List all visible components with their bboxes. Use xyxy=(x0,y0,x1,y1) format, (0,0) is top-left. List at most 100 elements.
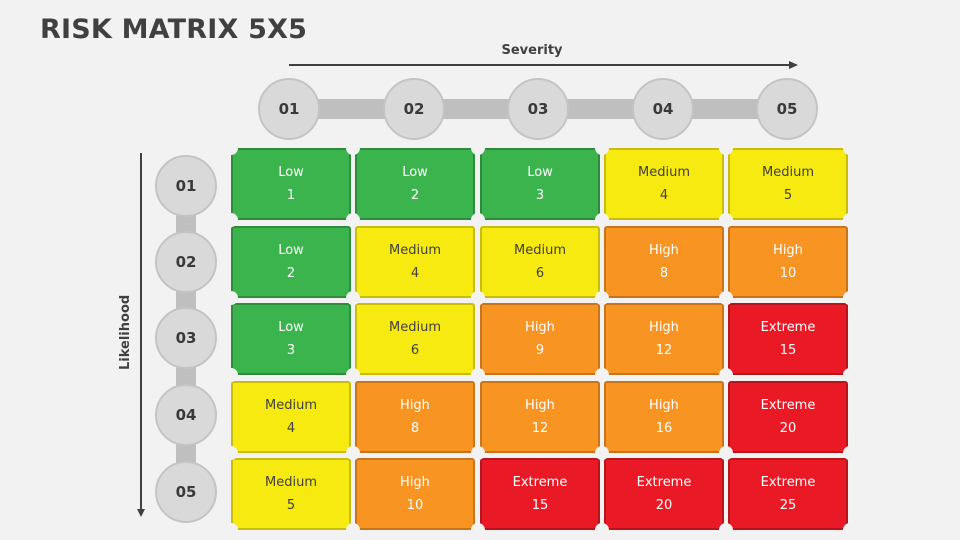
likelihood-level-3: 03 xyxy=(155,307,217,369)
corner-notch xyxy=(346,446,360,460)
risk-level-label: High xyxy=(649,243,679,258)
risk-score: 6 xyxy=(410,343,420,358)
risk-score: 2 xyxy=(410,188,420,203)
risk-cell: High 12 xyxy=(604,303,724,375)
corner-notch xyxy=(595,291,609,305)
risk-level-label: Medium xyxy=(265,475,317,490)
risk-cell: Medium 6 xyxy=(355,303,475,375)
corner-notch xyxy=(843,523,857,537)
risk-level-label: High xyxy=(649,320,679,335)
risk-cell: Low 2 xyxy=(231,226,351,298)
corner-notch xyxy=(595,446,609,460)
risk-score: 3 xyxy=(535,188,545,203)
risk-score: 6 xyxy=(535,266,545,281)
severity-level-5: 05 xyxy=(756,78,818,140)
risk-level-label: High xyxy=(400,475,430,490)
risk-level-label: Medium xyxy=(389,320,441,335)
corner-notch xyxy=(346,291,360,305)
risk-cell: Medium 4 xyxy=(355,226,475,298)
corner-notch xyxy=(346,141,360,155)
corner-notch xyxy=(471,446,485,460)
corner-notch xyxy=(224,523,238,537)
corner-notch xyxy=(843,141,857,155)
risk-score: 15 xyxy=(531,498,549,513)
risk-score: 20 xyxy=(655,498,673,513)
risk-level-label: Low xyxy=(278,320,304,335)
severity-axis-label: Severity xyxy=(501,43,563,58)
risk-cell: Low 2 xyxy=(355,148,475,220)
risk-level-label: High xyxy=(400,398,430,413)
risk-score: 15 xyxy=(779,343,797,358)
risk-level-label: Low xyxy=(402,165,428,180)
corner-notch xyxy=(843,368,857,382)
corner-notch xyxy=(471,291,485,305)
corner-notch xyxy=(719,523,733,537)
risk-cell: Low 3 xyxy=(480,148,600,220)
risk-level-label: High xyxy=(773,243,803,258)
risk-cell: Medium 4 xyxy=(231,381,351,453)
severity-level-3: 03 xyxy=(507,78,569,140)
likelihood-level-1: 01 xyxy=(155,155,217,217)
risk-cell: Medium 4 xyxy=(604,148,724,220)
risk-score: 12 xyxy=(655,343,673,358)
risk-cell: Extreme 20 xyxy=(604,458,724,530)
corner-notch xyxy=(595,523,609,537)
likelihood-level-5: 05 xyxy=(155,461,217,523)
risk-score: 25 xyxy=(779,498,797,513)
risk-level-label: Low xyxy=(527,165,553,180)
risk-level-label: Low xyxy=(278,243,304,258)
risk-cell: High 9 xyxy=(480,303,600,375)
likelihood-level-4: 04 xyxy=(155,384,217,446)
risk-cell: High 10 xyxy=(728,226,848,298)
corner-notch xyxy=(471,213,485,227)
risk-cell: Low 1 xyxy=(231,148,351,220)
corner-notch xyxy=(224,368,238,382)
risk-cell: Medium 5 xyxy=(231,458,351,530)
corner-notch xyxy=(843,213,857,227)
risk-score: 2 xyxy=(286,266,296,281)
risk-level-label: Medium xyxy=(265,398,317,413)
risk-level-label: Low xyxy=(278,165,304,180)
corner-notch xyxy=(719,141,733,155)
severity-level-1: 01 xyxy=(258,78,320,140)
risk-score: 20 xyxy=(779,421,797,436)
corner-notch xyxy=(719,446,733,460)
risk-level-label: High xyxy=(649,398,679,413)
corner-notch xyxy=(346,368,360,382)
likelihood-axis-label: Likelihood xyxy=(118,294,133,370)
corner-notch xyxy=(471,368,485,382)
risk-score: 4 xyxy=(410,266,420,281)
corner-notch xyxy=(224,141,238,155)
corner-notch xyxy=(719,213,733,227)
severity-level-4: 04 xyxy=(632,78,694,140)
risk-level-label: High xyxy=(525,398,555,413)
risk-score: 5 xyxy=(286,498,296,513)
risk-score: 8 xyxy=(659,266,669,281)
risk-score: 8 xyxy=(410,421,420,436)
risk-cell: Extreme 15 xyxy=(480,458,600,530)
risk-level-label: Extreme xyxy=(760,320,816,335)
severity-level-2: 02 xyxy=(383,78,445,140)
risk-level-label: Medium xyxy=(514,243,566,258)
severity-axis-line xyxy=(289,64,791,66)
risk-cell: Medium 6 xyxy=(480,226,600,298)
risk-level-label: Extreme xyxy=(636,475,692,490)
likelihood-level-2: 02 xyxy=(155,231,217,293)
risk-level-label: Extreme xyxy=(760,398,816,413)
risk-level-label: High xyxy=(525,320,555,335)
corner-notch xyxy=(843,446,857,460)
corner-notch xyxy=(346,523,360,537)
risk-score: 10 xyxy=(406,498,424,513)
risk-level-label: Extreme xyxy=(512,475,568,490)
corner-notch xyxy=(224,213,238,227)
corner-notch xyxy=(471,523,485,537)
risk-level-label: Extreme xyxy=(760,475,816,490)
risk-cell: High 8 xyxy=(355,381,475,453)
risk-cell: High 16 xyxy=(604,381,724,453)
corner-notch xyxy=(595,368,609,382)
risk-level-label: Medium xyxy=(762,165,814,180)
risk-score: 9 xyxy=(535,343,545,358)
corner-notch xyxy=(719,368,733,382)
risk-level-label: Medium xyxy=(638,165,690,180)
risk-cell: Medium 5 xyxy=(728,148,848,220)
